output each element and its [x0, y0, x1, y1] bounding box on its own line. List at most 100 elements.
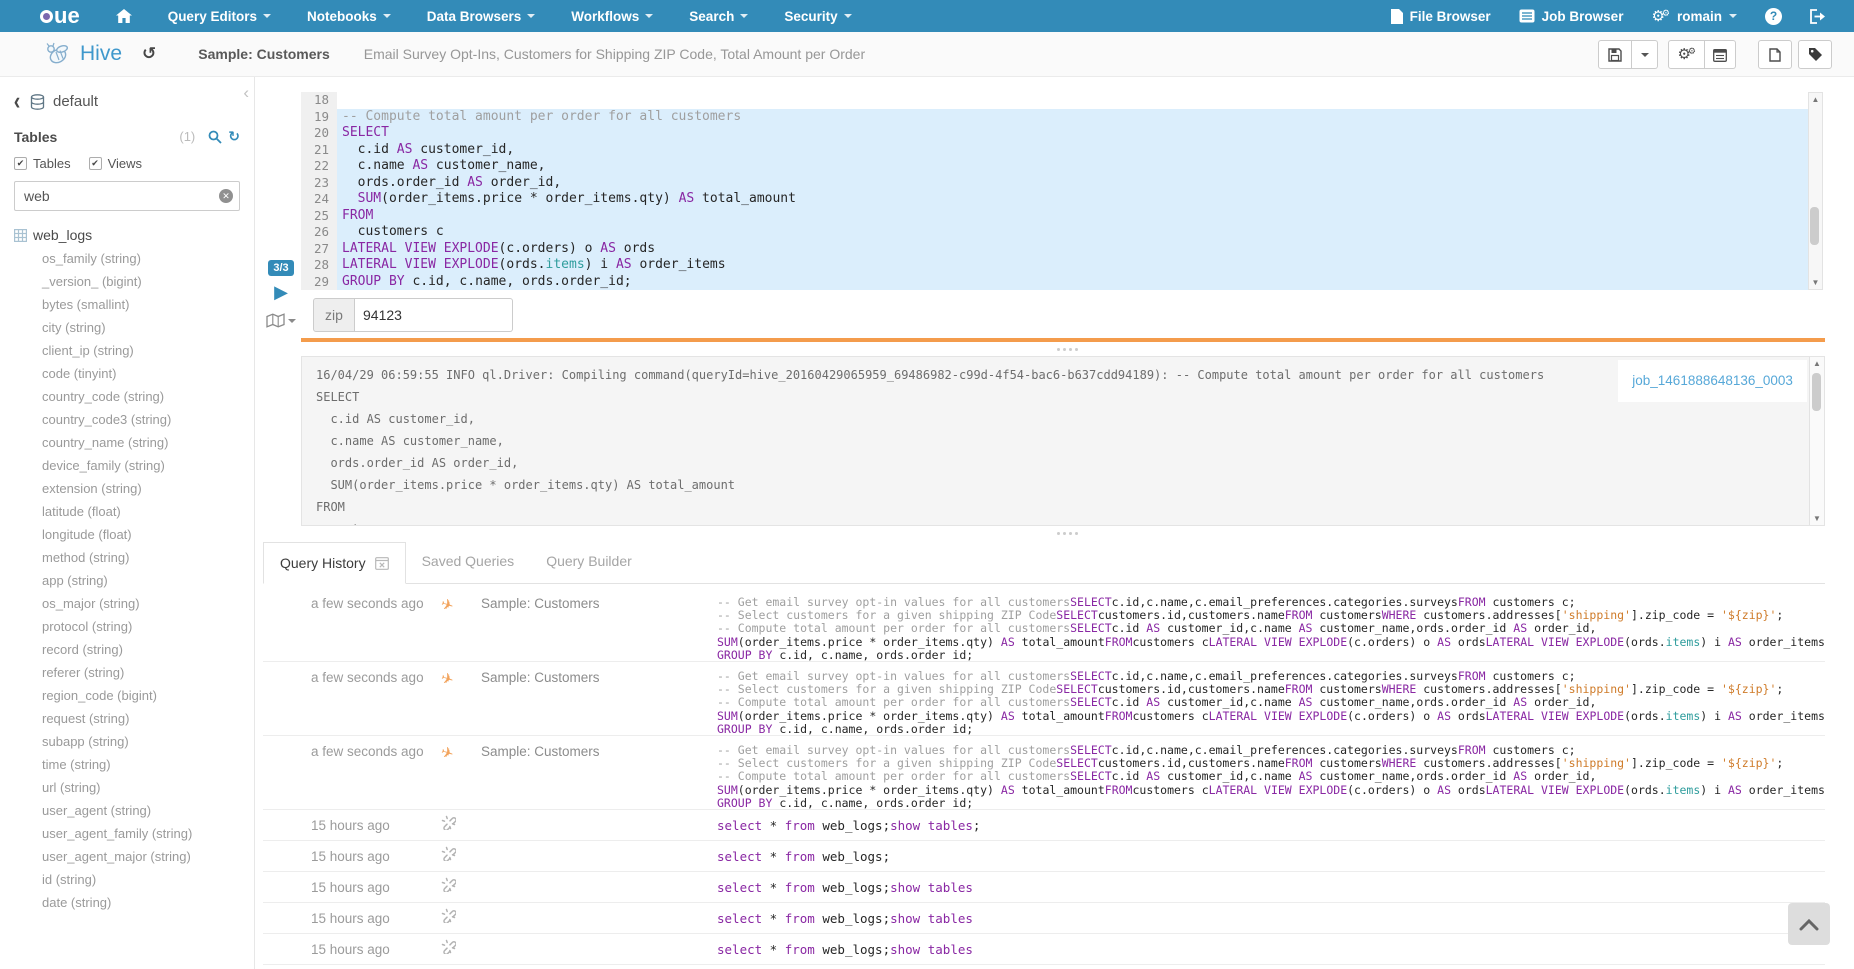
table-column[interactable]: record (string) [14, 638, 254, 661]
table-column[interactable]: date (string) [14, 891, 254, 914]
table-column[interactable]: url (string) [14, 776, 254, 799]
tab-saved-queries[interactable]: Saved Queries [406, 542, 531, 583]
sql-editor[interactable]: 1819-- Compute total amount per order fo… [301, 92, 1823, 290]
editor-line[interactable]: 21 c.id AS customer_id, [301, 142, 1823, 159]
help-button[interactable]: ? [1765, 8, 1782, 25]
table-column[interactable]: subapp (string) [14, 730, 254, 753]
tags-button[interactable] [1798, 40, 1832, 69]
table-column[interactable]: protocol (string) [14, 615, 254, 638]
execute-button[interactable]: ▶ [274, 283, 288, 301]
table-column[interactable]: device_family (string) [14, 454, 254, 477]
editor-line[interactable]: 27LATERAL VIEW EXPLODE(c.orders) o AS or… [301, 241, 1823, 258]
menu-data-browsers[interactable]: Data Browsers [427, 9, 536, 24]
editor-line[interactable]: 29GROUP BY c.id, c.name, ords.order_id; [301, 274, 1823, 291]
settings-button[interactable]: ⚙⚙ [1668, 40, 1705, 69]
editor-line[interactable]: 23 ords.order_id AS order_id, [301, 175, 1823, 192]
new-document-button[interactable] [1758, 40, 1792, 69]
table-column[interactable]: user_agent (string) [14, 799, 254, 822]
log-scrollbar[interactable]: ▲ ▼ [1809, 357, 1824, 525]
history-row[interactable]: a few seconds ago✈Sample: Customers-- Ge… [263, 736, 1825, 810]
search-tables-button[interactable] [208, 130, 222, 144]
zip-variable-input[interactable] [355, 298, 513, 332]
result-options-button[interactable] [266, 313, 296, 328]
editor-line[interactable]: 19-- Compute total amount per order for … [301, 109, 1823, 126]
table-column[interactable]: os_family (string) [14, 247, 254, 270]
user-menu[interactable]: ⚙⚙ romain [1651, 9, 1737, 24]
scroll-down-icon[interactable]: ▼ [1813, 514, 1821, 523]
table-column[interactable]: _version_ (bigint) [14, 270, 254, 293]
sign-out-button[interactable] [1810, 9, 1826, 24]
table-column[interactable]: app (string) [14, 569, 254, 592]
tab-query-history[interactable]: Query History [263, 542, 406, 584]
table-column[interactable]: method (string) [14, 546, 254, 569]
scrollbar-thumb[interactable] [1812, 373, 1821, 411]
history-row[interactable]: a few seconds ago✈Sample: Customers-- Ge… [263, 588, 1825, 662]
query-history-icon[interactable]: ↺ [142, 44, 156, 64]
file-browser-button[interactable]: File Browser [1391, 9, 1491, 24]
job-browser-button[interactable]: Job Browser [1519, 9, 1624, 24]
table-column[interactable]: user_agent_major (string) [14, 845, 254, 868]
table-column[interactable]: country_code (string) [14, 385, 254, 408]
views-checkbox[interactable] [89, 157, 102, 170]
table-column[interactable]: user_agent_family (string) [14, 822, 254, 845]
tab-query-builder[interactable]: Query Builder [530, 542, 648, 583]
history-row[interactable]: 15 hours agoselect * from web_logs;show … [263, 934, 1825, 965]
table-column[interactable]: longitude (float) [14, 523, 254, 546]
table-column[interactable]: latitude (float) [14, 500, 254, 523]
back-chevron-icon[interactable]: ‹ [14, 87, 21, 116]
save-button[interactable] [1598, 40, 1632, 69]
editor-line[interactable]: 26 customers c [301, 224, 1823, 241]
table-column[interactable]: client_ip (string) [14, 339, 254, 362]
table-column[interactable]: id (string) [14, 868, 254, 891]
editor-line[interactable]: 22 c.name AS customer_name, [301, 158, 1823, 175]
resize-handle[interactable] [255, 526, 1854, 540]
tables-checkbox[interactable] [14, 157, 27, 170]
menu-search[interactable]: Search [689, 9, 748, 24]
collapse-sidebar-button[interactable]: ‹ [243, 83, 249, 103]
refresh-tables-button[interactable]: ↻ [228, 128, 240, 145]
table-column[interactable]: os_major (string) [14, 592, 254, 615]
table-column[interactable]: request (string) [14, 707, 254, 730]
database-name[interactable]: default [53, 93, 98, 110]
table-column[interactable]: referer (string) [14, 661, 254, 684]
job-link[interactable]: job_1461888648136_0003 [1632, 373, 1793, 388]
table-column[interactable]: time (string) [14, 753, 254, 776]
table-column[interactable]: country_code3 (string) [14, 408, 254, 431]
editor-line[interactable]: 25FROM [301, 208, 1823, 225]
hive-app-link[interactable]: Hive [80, 42, 122, 66]
editor-line[interactable]: 18 [301, 92, 1823, 109]
history-row[interactable]: 15 hours agoselect * from web_logs;show … [263, 903, 1825, 934]
home-button[interactable] [116, 9, 132, 23]
scroll-up-icon[interactable]: ▲ [1813, 359, 1821, 368]
editor-line[interactable]: 24 SUM(order_items.price * order_items.q… [301, 191, 1823, 208]
scroll-down-icon[interactable]: ▼ [1811, 278, 1819, 287]
schedule-button[interactable] [1705, 40, 1736, 69]
clear-history-calendar-icon[interactable] [375, 556, 389, 570]
table-column[interactable]: region_code (bigint) [14, 684, 254, 707]
menu-security[interactable]: Security [784, 9, 851, 24]
history-row[interactable]: 15 hours agoselect * from web_logs;show … [263, 810, 1825, 841]
history-row[interactable]: a few seconds ago✈Sample: Customers-- Ge… [263, 662, 1825, 736]
menu-query-editors[interactable]: Query Editors [168, 9, 271, 24]
history-row[interactable]: 15 hours agoselect * from web_logs; [263, 841, 1825, 872]
table-filter-input[interactable] [14, 181, 240, 211]
table-column[interactable]: city (string) [14, 316, 254, 339]
editor-line[interactable]: 28LATERAL VIEW EXPLODE(ords.items) i AS … [301, 257, 1823, 274]
hue-logo[interactable]: ue [40, 3, 80, 29]
editor-line[interactable]: 20SELECT [301, 125, 1823, 142]
table-item-web-logs[interactable]: web_logs [14, 227, 254, 243]
editor-scrollbar[interactable]: ▲ ▼ [1808, 92, 1823, 290]
table-column[interactable]: country_name (string) [14, 431, 254, 454]
resize-handle[interactable] [255, 342, 1854, 356]
clear-filter-icon[interactable]: ✕ [219, 189, 233, 203]
history-row[interactable]: 15 hours agoselect * from web_logs;show … [263, 872, 1825, 903]
scroll-up-icon[interactable]: ▲ [1811, 95, 1819, 104]
table-column[interactable]: code (tinyint) [14, 362, 254, 385]
save-options-button[interactable] [1632, 40, 1658, 69]
table-column[interactable]: bytes (smallint) [14, 293, 254, 316]
menu-workflows[interactable]: Workflows [571, 9, 653, 24]
menu-notebooks[interactable]: Notebooks [307, 9, 391, 24]
scrollbar-thumb[interactable] [1810, 207, 1819, 245]
scroll-to-top-button[interactable] [1788, 903, 1830, 945]
table-column[interactable]: extension (string) [14, 477, 254, 500]
